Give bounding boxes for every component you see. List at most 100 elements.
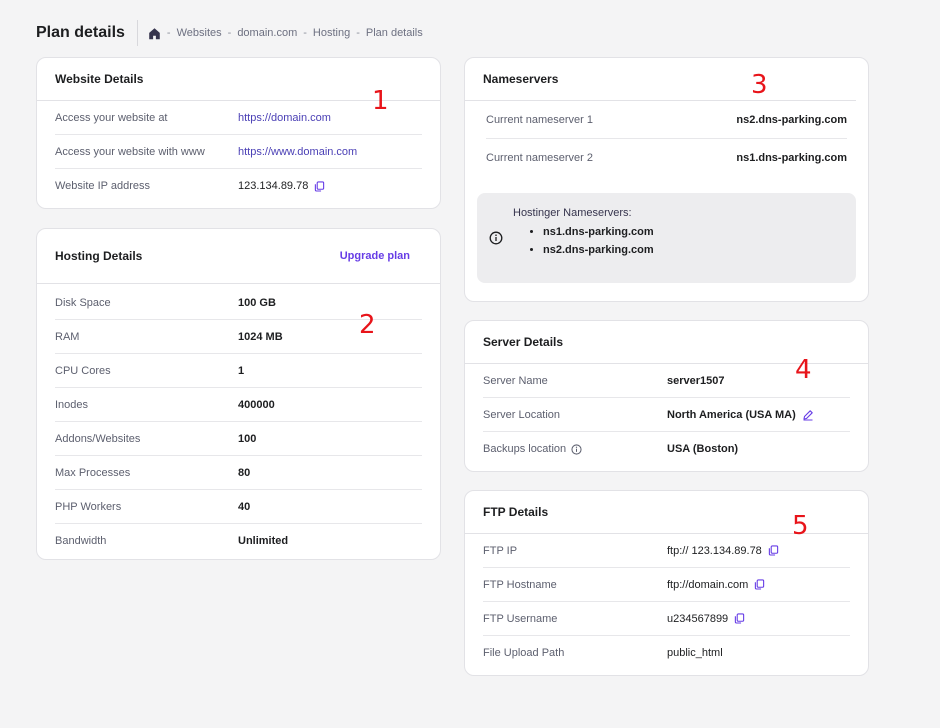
website-details-card: Website Details Access your website at h…: [36, 57, 441, 209]
copy-icon[interactable]: [754, 579, 765, 590]
annotation-number: 3: [751, 70, 768, 100]
row-value: USA (Boston): [667, 443, 739, 455]
ftp-hostname-value: ftp://domain.com: [667, 578, 749, 591]
detail-row: File Upload Path public_html: [483, 636, 850, 670]
detail-row: Access your website with www https://www…: [55, 135, 422, 169]
website-www-url-link[interactable]: https://www.domain.com: [238, 146, 357, 158]
edit-icon[interactable]: [802, 409, 814, 421]
row-value: ftp://domain.com: [667, 579, 765, 591]
breadcrumb: - Websites - domain.com - Hosting - Plan…: [148, 27, 423, 40]
page-header: Plan details - Websites - domain.com - H…: [36, 19, 423, 47]
nameservers-info-box: Hostinger Nameservers: ns1.dns-parking.c…: [477, 193, 856, 283]
info-title: Hostinger Nameservers:: [513, 207, 632, 219]
row-value: 123.134.89.78: [238, 180, 325, 192]
upgrade-plan-button[interactable]: Upgrade plan: [340, 250, 422, 262]
row-value: 400000: [238, 398, 275, 411]
card-title: Server Details: [483, 335, 564, 349]
annotation-number: 2: [359, 310, 376, 340]
row-label: CPU Cores: [55, 364, 111, 377]
detail-row: Bandwidth Unlimited: [55, 524, 422, 558]
backups-location-label: Backups location: [483, 443, 567, 455]
row-value: North America (USA MA): [667, 409, 814, 421]
detail-row: Current nameserver 2 ns1.dns-parking.com: [486, 139, 847, 177]
row-value: public_html: [667, 647, 723, 659]
row-value: 100 GB: [238, 296, 276, 309]
row-label: FTP IP: [483, 544, 518, 557]
detail-row: Current nameserver 1 ns2.dns-parking.com: [486, 101, 847, 139]
detail-row: Addons/Websites 100: [55, 422, 422, 456]
card-title: Nameservers: [483, 72, 559, 86]
row-value: 100: [238, 432, 257, 445]
row-label: RAM: [55, 330, 80, 343]
card-header: Nameservers: [465, 58, 856, 101]
list-item: ns1.dns-parking.com: [543, 223, 654, 241]
detail-row: PHP Workers 40: [55, 490, 422, 524]
detail-row: FTP Username u234567899: [483, 602, 850, 636]
server-location-value: North America (USA MA): [667, 408, 796, 421]
detail-row: Inodes 400000: [55, 388, 422, 422]
info-list: ns1.dns-parking.com ns2.dns-parking.com: [543, 223, 654, 259]
detail-row: CPU Cores 1: [55, 354, 422, 388]
breadcrumb-separator: -: [356, 27, 360, 39]
detail-row: Website IP address 123.134.89.78: [55, 169, 422, 203]
nameservers-card: Nameservers Current nameserver 1 ns2.dns…: [464, 57, 869, 302]
row-label: FTP Hostname: [483, 578, 557, 591]
copy-icon[interactable]: [314, 180, 325, 192]
row-label: Current nameserver 2: [486, 152, 593, 164]
row-value: 80: [238, 466, 251, 479]
row-value: u234567899: [667, 613, 745, 625]
row-value: ftp:// 123.134.89.78: [667, 545, 779, 557]
row-label: Inodes: [55, 398, 89, 411]
row-label: Access your website with www: [55, 145, 205, 158]
annotation-number: 1: [372, 86, 389, 116]
breadcrumb-item-plan-details: Plan details: [365, 27, 423, 39]
row-label: Server Location: [483, 408, 561, 421]
card-header: Hosting Details Upgrade plan: [37, 229, 440, 284]
website-url-link[interactable]: https://domain.com: [238, 112, 331, 124]
row-value: 1: [238, 364, 245, 377]
server-details-card: Server Details Server Name server1507 Se…: [464, 320, 869, 472]
row-value: ns2.dns-parking.com: [736, 113, 847, 126]
row-label: Website IP address: [55, 180, 150, 192]
row-label: Server Name: [483, 374, 548, 387]
detail-row: Access your website at https://domain.co…: [55, 101, 422, 135]
card-title: FTP Details: [483, 505, 549, 519]
breadcrumb-item-websites[interactable]: Websites: [177, 27, 222, 39]
breadcrumb-separator: -: [227, 27, 232, 39]
row-label: FTP Username: [483, 612, 558, 625]
row-label: Bandwidth: [55, 535, 107, 547]
list-item: ns2.dns-parking.com: [543, 241, 654, 259]
card-title: Website Details: [55, 72, 144, 86]
page-title: Plan details: [36, 24, 125, 41]
ftp-ip-value: ftp:// 123.134.89.78: [667, 544, 762, 557]
breadcrumb-item-hosting[interactable]: Hosting: [313, 27, 350, 39]
website-ip-value: 123.134.89.78: [238, 180, 309, 192]
row-value: 40: [238, 500, 251, 513]
row-label: Addons/Websites: [55, 432, 141, 445]
annotation-number: 4: [795, 355, 812, 385]
row-label: File Upload Path: [483, 647, 565, 659]
row-value: ns1.dns-parking.com: [736, 152, 847, 164]
row-label: Access your website at: [55, 111, 168, 124]
ftp-username-value: u234567899: [667, 612, 729, 625]
detail-row: Backups location USA (Boston): [483, 432, 850, 466]
detail-row: Server Location North America (USA MA): [483, 398, 850, 432]
detail-row: FTP Hostname ftp://domain.com: [483, 568, 850, 602]
row-label: Max Processes: [55, 466, 131, 479]
detail-row: Max Processes 80: [55, 456, 422, 490]
row-label: Backups location: [483, 443, 667, 455]
breadcrumb-item-domain[interactable]: domain.com: [237, 27, 297, 39]
hosting-details-card: Hosting Details Upgrade plan Disk Space …: [36, 228, 441, 560]
row-value: 1024 MB: [238, 330, 283, 343]
home-icon[interactable]: [148, 27, 161, 40]
breadcrumb-separator: -: [166, 27, 171, 39]
copy-icon[interactable]: [768, 545, 779, 556]
info-icon[interactable]: [571, 443, 582, 455]
row-label: PHP Workers: [55, 500, 122, 513]
row-value: Unlimited: [238, 535, 289, 547]
row-label: Disk Space: [55, 296, 111, 309]
annotation-number: 5: [792, 511, 809, 541]
row-label: Current nameserver 1: [486, 113, 593, 126]
copy-icon[interactable]: [734, 613, 745, 624]
card-title: Hosting Details: [55, 249, 143, 263]
